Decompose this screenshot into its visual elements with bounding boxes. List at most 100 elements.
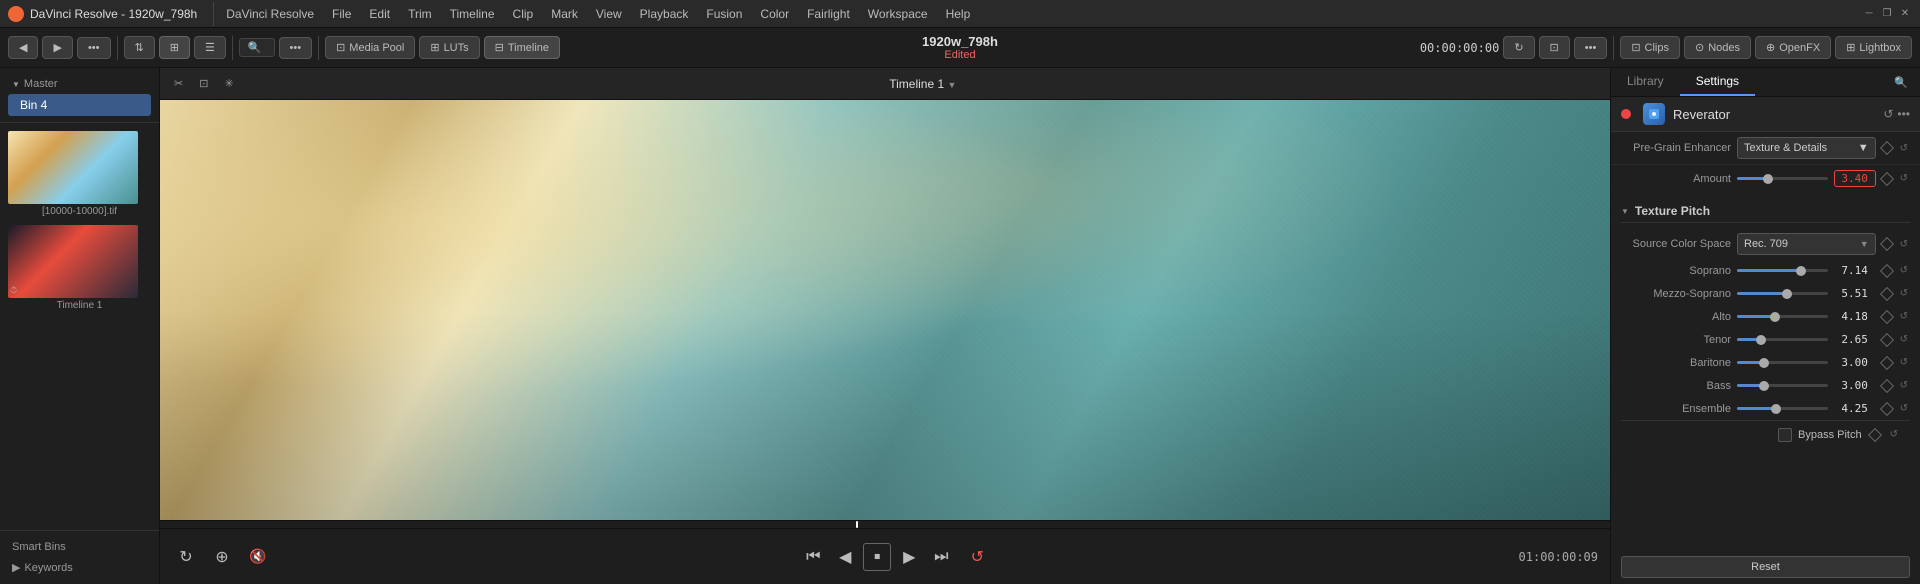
pregrain-keyframe-button[interactable]	[1880, 141, 1894, 155]
pitch-reset-6[interactable]: ↺	[1898, 401, 1910, 416]
fx-button[interactable]: ⊕	[208, 543, 236, 571]
amount-value[interactable]: 3.40	[1834, 170, 1876, 187]
restore-button[interactable]: ❐	[1880, 7, 1894, 21]
pitch-reset-5[interactable]: ↺	[1898, 378, 1910, 393]
tab-settings[interactable]: Settings	[1680, 68, 1755, 96]
lightbox-nav-button[interactable]: ⊞ Lightbox	[1835, 36, 1912, 59]
menu-view[interactable]: View	[588, 5, 630, 23]
pitch-thumb-4[interactable]	[1759, 358, 1769, 368]
pitch-value-3[interactable]: 2.65	[1834, 333, 1876, 346]
marker-button[interactable]: ⊡	[193, 74, 214, 93]
source-color-space-dropdown[interactable]: Rec. 709 ▼	[1737, 233, 1876, 255]
menu-trim[interactable]: Trim	[400, 5, 440, 23]
sync-clips-button[interactable]: ↻	[1503, 36, 1534, 59]
pitch-keyframe-6[interactable]	[1880, 401, 1894, 415]
nodes-nav-button[interactable]: ⊙ Nodes	[1684, 36, 1751, 59]
skip-to-start-button[interactable]: ⏮	[799, 543, 827, 571]
luts-button[interactable]: ⊞ LUTs	[419, 36, 479, 59]
pitch-reset-3[interactable]: ↺	[1898, 332, 1910, 347]
reset-all-button[interactable]: Reset	[1621, 556, 1910, 578]
pitch-keyframe-5[interactable]	[1880, 378, 1894, 392]
menu-fusion[interactable]: Fusion	[698, 5, 750, 23]
texture-pitch-header[interactable]: ▼ Texture Pitch	[1621, 200, 1910, 223]
effect-reset-button[interactable]: ↺	[1883, 107, 1893, 121]
sync-button[interactable]: ⇅	[124, 36, 155, 59]
transform-button[interactable]: ✳	[218, 74, 239, 93]
menu-timeline[interactable]: Timeline	[442, 5, 503, 23]
pitch-keyframe-2[interactable]	[1880, 309, 1894, 323]
media-pool-button[interactable]: ⊡ Media Pool	[325, 36, 415, 59]
step-back-button[interactable]: ◀	[831, 543, 859, 571]
cut-button[interactable]: ✂	[168, 74, 189, 93]
play-button[interactable]: ▶	[895, 543, 923, 571]
pitch-keyframe-1[interactable]	[1880, 286, 1894, 300]
menu-edit[interactable]: Edit	[361, 5, 398, 23]
menu-file[interactable]: File	[324, 5, 359, 23]
grid-view-button[interactable]: ⊞	[159, 36, 190, 59]
pitch-thumb-0[interactable]	[1796, 266, 1806, 276]
menu-help[interactable]: Help	[938, 5, 979, 23]
extra-options-button[interactable]: •••	[279, 37, 313, 59]
keywords-item[interactable]: ▶ Keywords	[8, 557, 151, 578]
menu-workspace[interactable]: Workspace	[860, 5, 936, 23]
pitch-value-5[interactable]: 3.00	[1834, 379, 1876, 392]
nav-forward-button[interactable]: ▶	[42, 36, 72, 59]
bin-item[interactable]: Bin 4	[8, 94, 151, 116]
bypass-keyframe-button[interactable]	[1868, 427, 1882, 441]
pitch-slider-4[interactable]	[1737, 361, 1828, 364]
pitch-value-2[interactable]: 4.18	[1834, 310, 1876, 323]
more-toolbar-button[interactable]: •••	[1574, 37, 1608, 59]
amount-slider[interactable]	[1737, 177, 1828, 180]
pitch-thumb-3[interactable]	[1756, 335, 1766, 345]
master-header[interactable]: ▼ Master	[8, 74, 151, 94]
scrubber-bar[interactable]	[160, 520, 1610, 528]
mute-button[interactable]: 🔇	[244, 543, 272, 571]
pitch-reset-2[interactable]: ↺	[1898, 309, 1910, 324]
media-thumb-timeline[interactable]: ⏱ Timeline 1	[8, 225, 151, 311]
timeline-button[interactable]: ⊟ Timeline	[484, 36, 560, 59]
media-thumb-tif[interactable]: [10000-10000].tif	[8, 131, 151, 217]
loop-toggle-button[interactable]: ↺	[963, 543, 991, 571]
list-view-button[interactable]: ☰	[194, 36, 226, 59]
menu-mark[interactable]: Mark	[543, 5, 586, 23]
zoom-display[interactable]: 🔍	[239, 38, 275, 57]
bypass-pitch-checkbox[interactable]: Bypass Pitch	[1778, 428, 1862, 442]
pitch-reset-0[interactable]: ↺	[1898, 263, 1910, 278]
pitch-keyframe-3[interactable]	[1880, 332, 1894, 346]
pitch-slider-5[interactable]	[1737, 384, 1828, 387]
menu-davinci[interactable]: DaVinci Resolve	[218, 5, 322, 23]
pitch-keyframe-4[interactable]	[1880, 355, 1894, 369]
pitch-keyframe-0[interactable]	[1880, 263, 1894, 277]
source-color-keyframe-button[interactable]	[1880, 237, 1894, 251]
minimize-button[interactable]: ─	[1862, 7, 1876, 21]
bypass-reset-button[interactable]: ↺	[1888, 427, 1900, 442]
loop-button[interactable]: ↻	[172, 543, 200, 571]
pitch-slider-6[interactable]	[1737, 407, 1828, 410]
nav-back-button[interactable]: ◀	[8, 36, 38, 59]
effect-more-button[interactable]: •••	[1897, 107, 1910, 121]
pitch-thumb-6[interactable]	[1771, 404, 1781, 414]
pitch-slider-2[interactable]	[1737, 315, 1828, 318]
pitch-thumb-5[interactable]	[1759, 381, 1769, 391]
skip-to-end-button[interactable]: ⏭	[927, 543, 955, 571]
menu-fairlight[interactable]: Fairlight	[799, 5, 858, 23]
stop-button[interactable]: ⏹	[863, 543, 891, 571]
pitch-value-6[interactable]: 4.25	[1834, 402, 1876, 415]
pitch-slider-1[interactable]	[1737, 292, 1828, 295]
pregrain-reset-button[interactable]: ↺	[1898, 141, 1910, 156]
pitch-value-1[interactable]: 5.51	[1834, 287, 1876, 300]
menu-color[interactable]: Color	[752, 5, 797, 23]
pregrain-dropdown[interactable]: Texture & Details ▼	[1737, 137, 1876, 159]
more-options-button[interactable]: •••	[77, 37, 111, 59]
pitch-slider-0[interactable]	[1737, 269, 1828, 272]
menu-clip[interactable]: Clip	[505, 5, 542, 23]
menu-playback[interactable]: Playback	[632, 5, 697, 23]
openfx-nav-button[interactable]: ⊕ OpenFX	[1755, 36, 1831, 59]
pitch-thumb-2[interactable]	[1770, 312, 1780, 322]
amount-keyframe-button[interactable]	[1880, 171, 1894, 185]
search-panel-button[interactable]: 🔍	[1890, 74, 1912, 91]
clips-nav-button[interactable]: ⊡ Clips	[1620, 36, 1680, 59]
pitch-value-4[interactable]: 3.00	[1834, 356, 1876, 369]
pitch-reset-1[interactable]: ↺	[1898, 286, 1910, 301]
pitch-value-0[interactable]: 7.14	[1834, 264, 1876, 277]
